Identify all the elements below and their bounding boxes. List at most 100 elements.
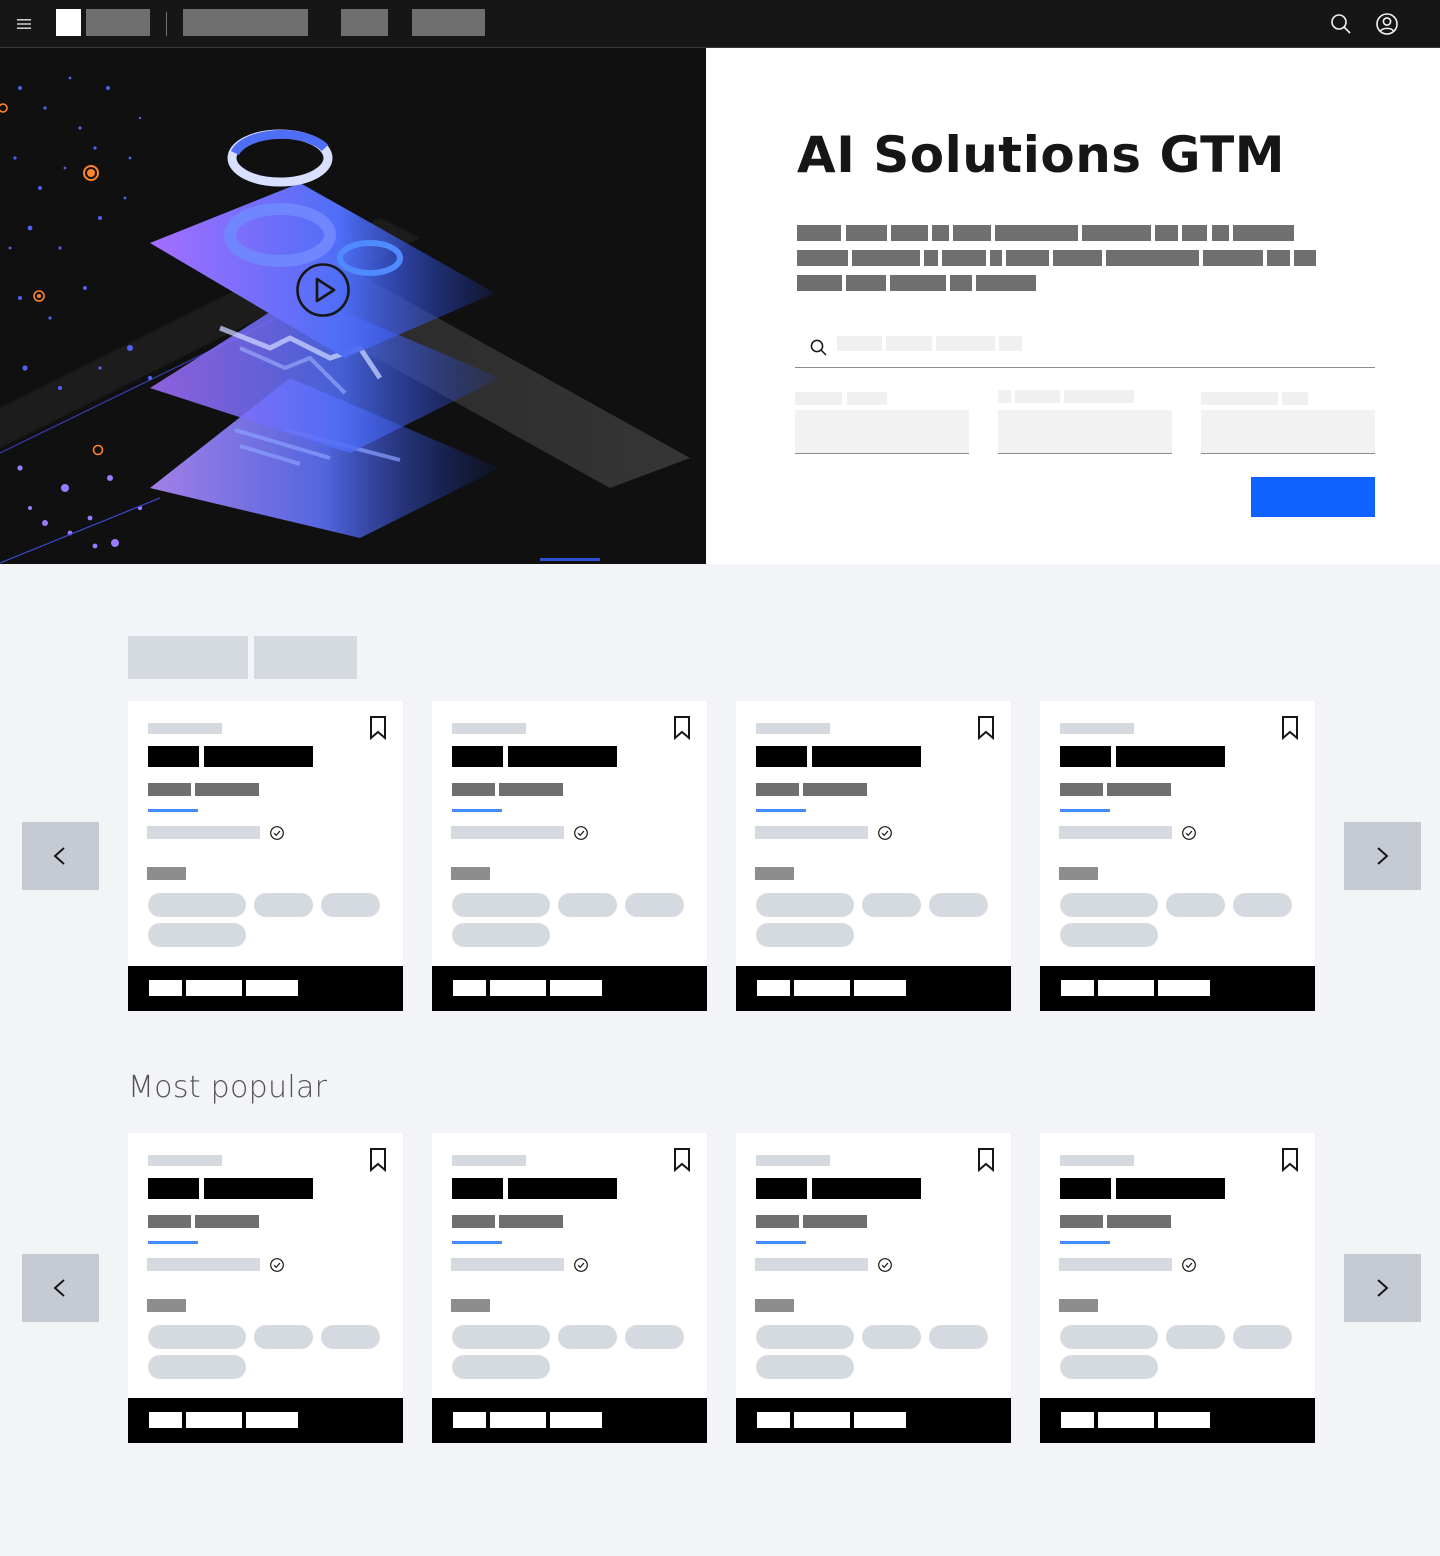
card-footer-text — [490, 1412, 546, 1428]
card-tag-pill[interactable] — [1233, 893, 1292, 917]
card-meta — [147, 1258, 260, 1271]
featured-next-button[interactable] — [1344, 822, 1421, 890]
popular-prev-button[interactable] — [22, 1254, 99, 1322]
card-title — [1116, 1178, 1225, 1199]
bookmark-icon[interactable] — [976, 1147, 996, 1173]
card-footer-link[interactable] — [128, 966, 403, 1011]
card-footer-text — [490, 980, 546, 996]
card-tag-pill[interactable] — [321, 893, 380, 917]
filter-2-dropdown[interactable] — [998, 410, 1172, 454]
filter-1-dropdown[interactable] — [795, 410, 969, 454]
search-input[interactable] — [795, 328, 1375, 368]
filter-3-dropdown[interactable] — [1201, 410, 1375, 454]
card-tag-pill[interactable] — [1060, 1325, 1158, 1349]
card-tag-label — [451, 867, 490, 880]
bookmark-icon[interactable] — [1280, 715, 1300, 741]
checkmark-outline-icon — [877, 1257, 893, 1273]
play-circle-icon[interactable] — [296, 263, 350, 317]
card-tag-label — [755, 1299, 794, 1312]
card-tag-pill[interactable] — [625, 1325, 684, 1349]
card-tag-pill[interactable] — [756, 923, 854, 947]
card-tag-pill[interactable] — [452, 923, 550, 947]
card-tag-pill[interactable] — [929, 1325, 988, 1349]
card-footer-link[interactable] — [736, 1398, 1011, 1443]
popular-card[interactable] — [128, 1133, 403, 1443]
card-tag-pill[interactable] — [1060, 893, 1158, 917]
featured-card[interactable] — [1040, 701, 1315, 1011]
popular-card[interactable] — [432, 1133, 707, 1443]
card-footer-link[interactable] — [432, 1398, 707, 1443]
card-meta — [1059, 1258, 1172, 1271]
card-tag-pill[interactable] — [452, 1355, 550, 1379]
top-navigation — [0, 0, 1440, 48]
popular-card[interactable] — [1040, 1133, 1315, 1443]
card-footer-text — [854, 980, 906, 996]
checkmark-outline-icon — [269, 1257, 285, 1273]
card-tag-pill[interactable] — [148, 1325, 246, 1349]
bookmark-icon[interactable] — [368, 715, 388, 741]
card-tag-pill[interactable] — [1060, 923, 1158, 947]
card-tag-label — [1059, 867, 1098, 880]
card-tag-pill[interactable] — [756, 893, 854, 917]
card-tag-pill[interactable] — [756, 1325, 854, 1349]
bookmark-icon[interactable] — [368, 1147, 388, 1173]
card-tag-pill[interactable] — [1166, 1325, 1225, 1349]
nav-item-3[interactable] — [412, 9, 485, 36]
checkmark-outline-icon — [269, 825, 285, 841]
bookmark-icon[interactable] — [1280, 1147, 1300, 1173]
featured-card[interactable] — [736, 701, 1011, 1011]
search-icon[interactable] — [1329, 12, 1353, 36]
card-footer-link[interactable] — [128, 1398, 403, 1443]
section-title-most-popular: Most popular — [128, 1070, 328, 1105]
card-tag-pill[interactable] — [756, 1355, 854, 1379]
brand-logo-wordmark[interactable] — [86, 9, 150, 36]
card-subtitle — [148, 1215, 191, 1228]
card-footer-text — [794, 1412, 850, 1428]
user-avatar-icon[interactable] — [1375, 12, 1399, 36]
primary-cta-button[interactable] — [1251, 477, 1375, 517]
card-tag-pill[interactable] — [148, 1355, 246, 1379]
tab-1[interactable] — [128, 636, 248, 679]
filter-2-label-3 — [1064, 390, 1134, 403]
bookmark-icon[interactable] — [976, 715, 996, 741]
card-tag-pill[interactable] — [148, 893, 246, 917]
card-footer-link[interactable] — [736, 966, 1011, 1011]
card-subtitle — [1060, 783, 1103, 796]
card-tag-pill[interactable] — [862, 893, 921, 917]
checkmark-outline-icon — [573, 825, 589, 841]
bookmark-icon[interactable] — [672, 715, 692, 741]
card-footer-link[interactable] — [1040, 1398, 1315, 1443]
hero-video-thumbnail[interactable] — [0, 48, 706, 564]
card-tag-pill[interactable] — [254, 1325, 313, 1349]
featured-card[interactable] — [128, 701, 403, 1011]
popular-next-button[interactable] — [1344, 1254, 1421, 1322]
card-tag-pill[interactable] — [1233, 1325, 1292, 1349]
card-tag-pill[interactable] — [862, 1325, 921, 1349]
card-footer-link[interactable] — [432, 966, 707, 1011]
card-meta — [451, 1258, 564, 1271]
card-tag-pill[interactable] — [1166, 893, 1225, 917]
card-tag-pill[interactable] — [148, 923, 246, 947]
card-tag-pill[interactable] — [558, 1325, 617, 1349]
card-tag-pill[interactable] — [929, 893, 988, 917]
card-footer-text — [246, 1412, 298, 1428]
card-tag-pill[interactable] — [452, 893, 550, 917]
card-tag-pill[interactable] — [254, 893, 313, 917]
card-tag-pill[interactable] — [321, 1325, 380, 1349]
bookmark-icon[interactable] — [672, 1147, 692, 1173]
card-tag-pill[interactable] — [1060, 1355, 1158, 1379]
card-subtitle — [452, 783, 495, 796]
nav-item-1[interactable] — [183, 9, 308, 36]
tab-2[interactable] — [254, 636, 357, 679]
featured-prev-button[interactable] — [22, 822, 99, 890]
featured-card[interactable] — [432, 701, 707, 1011]
card-footer-link[interactable] — [1040, 966, 1315, 1011]
card-tag-pill[interactable] — [558, 893, 617, 917]
card-tag-pill[interactable] — [452, 1325, 550, 1349]
hamburger-menu-icon[interactable] — [14, 14, 34, 34]
card-tag-pill[interactable] — [625, 893, 684, 917]
popular-card[interactable] — [736, 1133, 1011, 1443]
nav-item-2[interactable] — [341, 9, 388, 36]
card-title — [204, 746, 313, 767]
brand-logo-mark[interactable] — [56, 9, 81, 36]
